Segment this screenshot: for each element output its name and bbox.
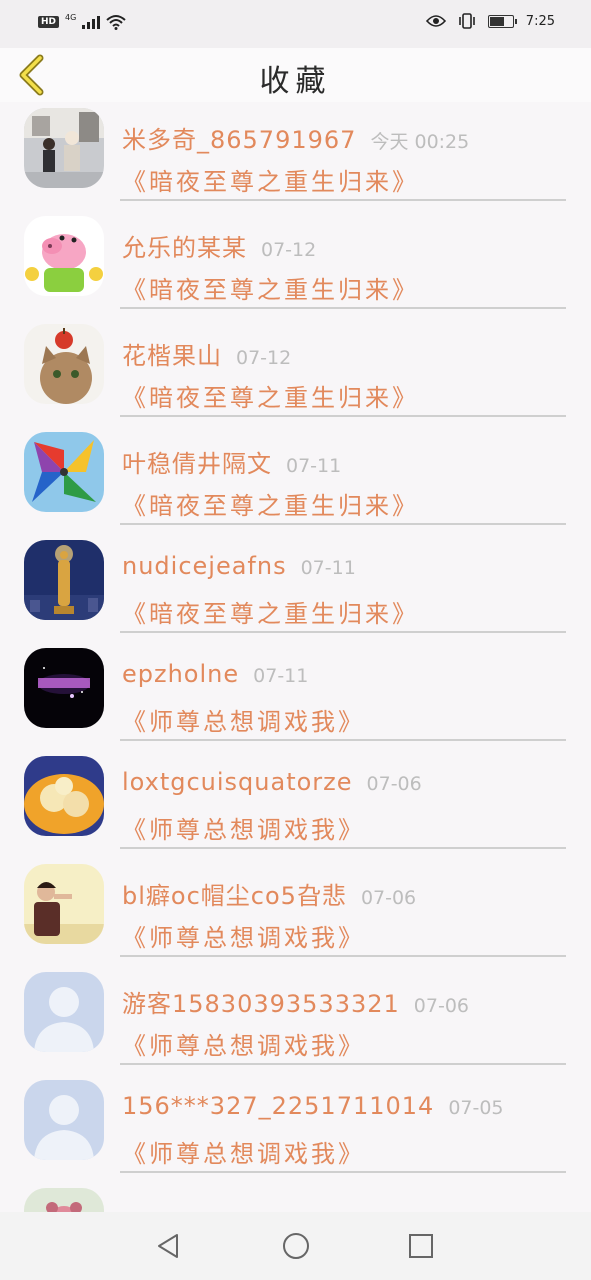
avatar (24, 540, 104, 620)
user-name: 叶稳倩井隔文 (122, 450, 272, 478)
item-date: 07-06 (366, 773, 422, 795)
nav-recent-button[interactable] (405, 1230, 437, 1262)
wifi-icon (106, 15, 126, 30)
item-header: 叶稳倩井隔文 07-11 (122, 444, 341, 479)
user-name: 花楷果山 (122, 342, 222, 370)
avatar (24, 756, 104, 836)
favorites-list: 米多奇_865791967 今天 00:25 《暗夜至尊之重生归来》 允乐的某某 0… (0, 102, 591, 1212)
book-title: 《暗夜至尊之重生归来》 (122, 600, 419, 628)
user-name: 156***327_2251711014 (122, 1092, 435, 1120)
circle-home-icon (283, 1233, 309, 1259)
signal-icon (82, 15, 101, 29)
status-time: 7:25 (525, 13, 555, 29)
avatar (24, 1188, 104, 1212)
default-user-icon (24, 1080, 104, 1160)
item-header: loxtgcuisquatorze 07-06 (122, 768, 422, 796)
list-item[interactable]: bl癖oc帽尘co5旮悲 07-06 《师尊总想调戏我》 (0, 858, 591, 966)
divider (120, 199, 566, 201)
nav-back-button[interactable] (153, 1230, 185, 1262)
list-item[interactable]: 游客15830393533321 07-06 《师尊总想调戏我》 (0, 966, 591, 1074)
user-name: 允乐的某某 (122, 234, 247, 262)
book-title: 《暗夜至尊之重生归来》 (122, 168, 419, 196)
list-item[interactable]: epzholne 07-11 《师尊总想调戏我》 (0, 642, 591, 750)
page-title: 收藏 (259, 64, 332, 99)
avatar (24, 1080, 104, 1160)
vibrate-icon (458, 13, 475, 29)
avatar (24, 648, 104, 728)
user-name: bl癖oc帽尘co5旮悲 (122, 882, 347, 910)
item-date: 07-05 (448, 1097, 504, 1119)
user-name: loxtgcuisquatorze (122, 768, 353, 796)
item-date: 07-11 (300, 557, 356, 579)
book-title: 《暗夜至尊之重生归来》 (122, 384, 419, 412)
eye-icon (425, 15, 446, 27)
divider (120, 415, 566, 417)
header: 收藏 (0, 48, 591, 102)
user-name: 游客15830393533321 (122, 990, 400, 1018)
item-header: 花楷果山 07-12 (122, 336, 291, 371)
status-right: 7:25 (425, 13, 555, 29)
book-title: 《暗夜至尊之重生归来》 (122, 492, 419, 520)
divider (120, 307, 566, 309)
battery-icon (487, 14, 517, 28)
item-header: 游客15830393533321 07-06 (122, 984, 469, 1019)
nav-home-button[interactable] (280, 1230, 312, 1262)
list-item[interactable]: 叶稳倩井隔文 07-11 《暗夜至尊之重生归来》 (0, 426, 591, 534)
list-item-partial[interactable] (0, 1182, 591, 1212)
status-bar: HD 4G 7:25 (0, 0, 591, 48)
system-nav-bar (0, 1212, 591, 1280)
list-item[interactable]: 156***327_2251711014 07-05 《师尊总想调戏我》 (0, 1074, 591, 1182)
list-item[interactable]: nudicejeafns 07-11 《暗夜至尊之重生归来》 (0, 534, 591, 642)
item-header: epzholne 07-11 (122, 660, 308, 688)
divider (120, 523, 566, 525)
book-title: 《师尊总想调戏我》 (122, 1140, 365, 1168)
book-title: 《师尊总想调戏我》 (122, 708, 365, 736)
square-recent-icon (409, 1234, 433, 1258)
book-title: 《师尊总想调戏我》 (122, 816, 365, 844)
triangle-back-icon (158, 1234, 178, 1258)
divider (120, 955, 566, 957)
list-item[interactable]: loxtgcuisquatorze 07-06 《师尊总想调戏我》 (0, 750, 591, 858)
item-date: 07-06 (413, 995, 469, 1017)
divider (120, 631, 566, 633)
list-item[interactable]: 花楷果山 07-12 《暗夜至尊之重生归来》 (0, 318, 591, 426)
hd-badge: HD (38, 16, 60, 28)
item-header: 允乐的某某 07-12 (122, 228, 316, 263)
item-date: 07-12 (236, 347, 292, 369)
list-item[interactable]: 允乐的某某 07-12 《暗夜至尊之重生归来》 (0, 210, 591, 318)
item-date: 07-11 (286, 455, 342, 477)
avatar (24, 432, 104, 512)
user-name: 米多奇_865791967 (122, 126, 357, 154)
divider (120, 847, 566, 849)
avatar (24, 324, 104, 404)
default-user-icon (24, 972, 104, 1052)
item-date: 07-12 (261, 239, 317, 261)
divider (120, 1171, 566, 1173)
status-left: HD 4G (38, 12, 126, 30)
item-header: bl癖oc帽尘co5旮悲 07-06 (122, 876, 416, 911)
divider (120, 739, 566, 741)
user-name: nudicejeafns (122, 552, 287, 580)
item-date: 07-06 (360, 887, 417, 909)
item-header: 米多奇_865791967 今天 00:25 (122, 120, 469, 155)
network-type: 4G (65, 12, 77, 22)
book-title: 《师尊总想调戏我》 (122, 924, 365, 952)
avatar (24, 216, 104, 296)
user-name: epzholne (122, 660, 240, 688)
divider (120, 1063, 566, 1065)
item-date: 07-11 (253, 665, 309, 687)
avatar (24, 864, 104, 944)
avatar (24, 108, 104, 188)
item-date: 今天 00:25 (370, 131, 470, 153)
list-item[interactable]: 米多奇_865791967 今天 00:25 《暗夜至尊之重生归来》 (0, 102, 591, 210)
book-title: 《师尊总想调戏我》 (122, 1032, 365, 1060)
avatar (24, 972, 104, 1052)
book-title: 《暗夜至尊之重生归来》 (122, 276, 419, 304)
item-header: 156***327_2251711014 07-05 (122, 1092, 504, 1120)
item-header: nudicejeafns 07-11 (122, 552, 356, 580)
